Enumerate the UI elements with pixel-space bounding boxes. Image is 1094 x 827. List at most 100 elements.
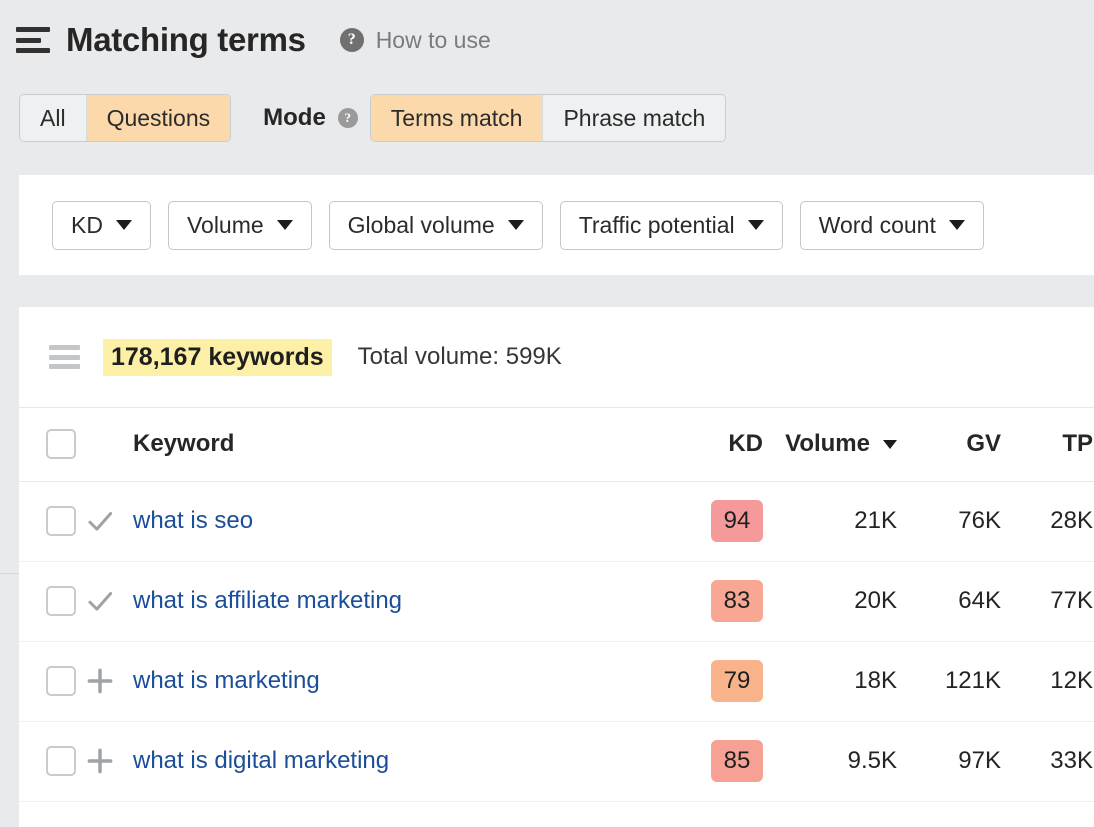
row-keyword-cell: what is marketing: [133, 641, 683, 721]
row-keyword-cell: what is affiliate marketing: [133, 561, 683, 641]
filter-kd-label: KD: [71, 212, 103, 239]
row-status-cell: [85, 561, 133, 641]
chevron-down-icon: [748, 220, 764, 230]
filter-toggle-row: All Questions Mode ? Terms match Phrase …: [0, 86, 1094, 150]
column-header-volume-label: Volume: [785, 430, 870, 458]
keywords-table-body: what is seo 9421K76K28K what is affiliate …: [19, 481, 1094, 801]
how-to-use-link[interactable]: ? How to use: [340, 27, 491, 54]
row-checkbox[interactable]: [46, 586, 76, 616]
column-header-gv[interactable]: GV: [923, 408, 1023, 481]
row-status-cell: [85, 721, 133, 801]
select-all-header: [19, 408, 85, 481]
hamburger-line: [16, 27, 50, 32]
filter-global-volume-label: Global volume: [348, 212, 495, 239]
summary-bar: 178,167 keywords Total volume: 599K: [19, 307, 1094, 408]
hamburger-menu-icon[interactable]: [16, 27, 50, 53]
plus-icon[interactable]: [85, 666, 133, 696]
row-keyword-cell: what is seo: [133, 481, 683, 561]
keyword-link[interactable]: what is seo: [133, 507, 253, 534]
list-line: [49, 345, 80, 350]
chevron-down-icon: [116, 220, 132, 230]
hamburger-line: [16, 48, 50, 53]
filter-bar: KD Volume Global volume Traffic potentia…: [19, 175, 1094, 275]
filter-volume[interactable]: Volume: [168, 201, 312, 250]
row-volume-cell: 20K: [773, 561, 923, 641]
row-kd-cell: 85: [683, 721, 773, 801]
row-kd-cell: 79: [683, 641, 773, 721]
chevron-down-icon: [949, 220, 965, 230]
sort-descending-icon: [883, 440, 897, 449]
column-header-kd[interactable]: KD: [683, 408, 773, 481]
row-checkbox[interactable]: [46, 666, 76, 696]
row-checkbox[interactable]: [46, 506, 76, 536]
table-row[interactable]: what is digital marketing859.5K97K33K: [19, 721, 1094, 801]
mode-label: Mode: [263, 104, 326, 132]
table-header-row: Keyword KD Volume GV TP: [19, 408, 1094, 481]
status-column-header: [85, 408, 133, 481]
row-select-cell: [19, 641, 85, 721]
kd-badge: 83: [711, 580, 763, 622]
page-header: Matching terms ? How to use: [0, 0, 1094, 80]
column-header-volume[interactable]: Volume: [773, 408, 923, 481]
row-select-cell: [19, 481, 85, 561]
select-all-checkbox[interactable]: [46, 429, 76, 459]
toggle-all[interactable]: All: [20, 95, 86, 141]
question-mark-icon: ?: [340, 28, 364, 52]
keyword-link[interactable]: what is marketing: [133, 667, 320, 694]
hamburger-line: [16, 38, 41, 43]
row-gv-cell: 64K: [923, 561, 1023, 641]
filter-volume-label: Volume: [187, 212, 264, 239]
row-volume-cell: 21K: [773, 481, 923, 561]
row-tp-cell: 28K: [1023, 481, 1094, 561]
row-select-cell: [19, 721, 85, 801]
chevron-down-icon: [508, 220, 524, 230]
check-icon[interactable]: [85, 506, 133, 536]
table-row[interactable]: what is seo 9421K76K28K: [19, 481, 1094, 561]
filter-kd[interactable]: KD: [52, 201, 151, 250]
row-gv-cell: 121K: [923, 641, 1023, 721]
column-header-tp[interactable]: TP: [1023, 408, 1094, 481]
row-kd-cell: 94: [683, 481, 773, 561]
list-view-icon[interactable]: [49, 345, 80, 369]
filter-word-count[interactable]: Word count: [800, 201, 984, 250]
toggle-terms-match[interactable]: Terms match: [371, 95, 543, 141]
check-icon[interactable]: [85, 586, 133, 616]
row-gv-cell: 76K: [923, 481, 1023, 561]
row-keyword-cell: what is digital marketing: [133, 721, 683, 801]
plus-icon[interactable]: [85, 746, 133, 776]
gutter-divider: [0, 573, 19, 574]
table-row[interactable]: what is affiliate marketing8320K64K77K: [19, 561, 1094, 641]
match-mode-toggle-group: Terms match Phrase match: [370, 94, 727, 142]
total-volume: Total volume: 599K: [358, 343, 562, 371]
list-line: [49, 364, 80, 369]
filter-traffic-potential-label: Traffic potential: [579, 212, 735, 239]
keyword-count: 178,167 keywords: [103, 339, 332, 376]
row-tp-cell: 12K: [1023, 641, 1094, 721]
filter-word-count-label: Word count: [819, 212, 936, 239]
filter-global-volume[interactable]: Global volume: [329, 201, 543, 250]
toggle-phrase-match[interactable]: Phrase match: [542, 95, 725, 141]
row-volume-cell: 18K: [773, 641, 923, 721]
chevron-down-icon: [277, 220, 293, 230]
row-volume-cell: 9.5K: [773, 721, 923, 801]
keywords-panel: 178,167 keywords Total volume: 599K Keyw…: [19, 307, 1094, 827]
keyword-link[interactable]: what is affiliate marketing: [133, 587, 402, 614]
keyword-link[interactable]: what is digital marketing: [133, 747, 389, 774]
row-select-cell: [19, 561, 85, 641]
row-checkbox[interactable]: [46, 746, 76, 776]
kd-badge: 85: [711, 740, 763, 782]
list-line: [49, 355, 80, 360]
toggle-questions[interactable]: Questions: [86, 95, 231, 141]
kd-badge: 94: [711, 500, 763, 542]
keywords-table: Keyword KD Volume GV TP what is seo 9421K…: [19, 408, 1094, 802]
column-header-keyword[interactable]: Keyword: [133, 408, 683, 481]
row-tp-cell: 33K: [1023, 721, 1094, 801]
page-title: Matching terms: [66, 21, 306, 59]
row-kd-cell: 83: [683, 561, 773, 641]
row-status-cell: [85, 641, 133, 721]
row-status-cell: [85, 481, 133, 561]
table-row[interactable]: what is marketing 7918K121K12K: [19, 641, 1094, 721]
filter-traffic-potential[interactable]: Traffic potential: [560, 201, 783, 250]
question-mark-icon[interactable]: ?: [338, 108, 358, 128]
keyword-type-toggle-group: All Questions: [19, 94, 231, 142]
